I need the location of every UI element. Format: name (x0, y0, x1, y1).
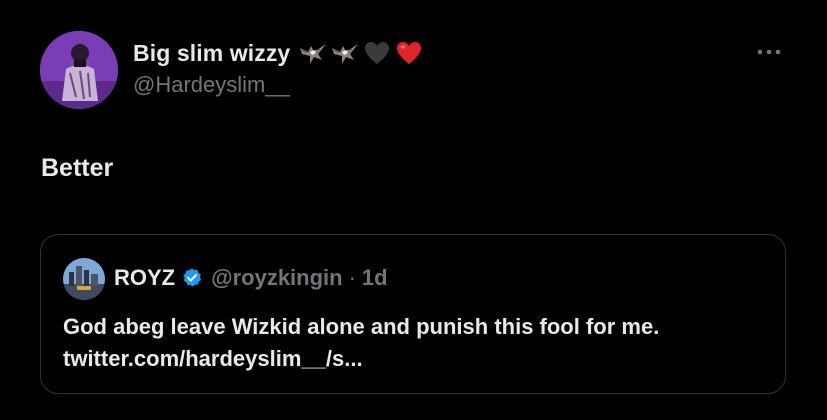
author-display-name[interactable]: Big slim wizzy (133, 40, 290, 67)
author-handle[interactable]: @Hardeyslim__ (133, 72, 290, 98)
author-avatar[interactable] (40, 31, 118, 109)
eagle-icon (332, 44, 359, 64)
tweet-text: Better (41, 154, 114, 182)
red-heart-icon (397, 42, 422, 64)
verified-badge-icon (183, 268, 202, 287)
quoted-tweet-card[interactable]: ROYZ @royzkingin · 1d God abeg leave Wiz… (40, 234, 786, 394)
quoted-timestamp[interactable]: 1d (362, 265, 388, 291)
separator-dot: · (348, 265, 356, 290)
name-emoji-row (298, 38, 424, 68)
eagle-icon (300, 44, 327, 64)
quoted-tweet-text: God abeg leave Wizkid alone and punish t… (63, 314, 660, 371)
author-name-row: Big slim wizzy (133, 36, 424, 70)
more-options-icon[interactable] (754, 42, 784, 62)
quoted-tweet-header: ROYZ @royzkingin · 1d (114, 262, 388, 294)
quoted-handle[interactable]: @royzkingin (211, 265, 342, 291)
quoted-display-name[interactable]: ROYZ (114, 265, 175, 291)
black-heart-icon (365, 42, 390, 64)
quoted-author-avatar[interactable] (63, 258, 105, 300)
